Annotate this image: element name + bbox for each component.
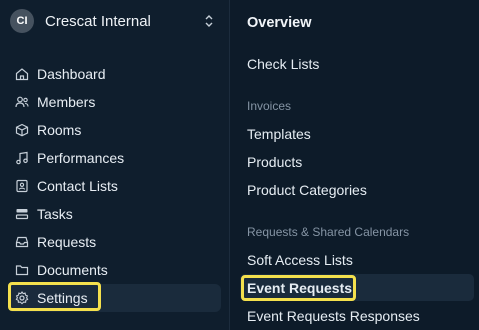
org-switcher[interactable]: CI Crescat Internal (10, 8, 220, 34)
products-link[interactable]: Products (247, 154, 302, 170)
gear-icon (15, 291, 29, 305)
requests-section-heading: Requests & Shared Calendars (247, 225, 410, 239)
sidebar-item-label: Dashboard (37, 66, 106, 82)
panel-overview-link[interactable]: Overview (247, 15, 312, 31)
event-requests-responses-link[interactable]: Event Requests Responses (247, 308, 420, 324)
music-icon (15, 151, 29, 165)
sidebar-item-tasks[interactable]: Tasks (8, 200, 221, 228)
sidebar-item-performances[interactable]: Performances (8, 144, 221, 172)
product-categories-link[interactable]: Product Categories (247, 182, 367, 198)
sidebar-item-label: Rooms (37, 122, 82, 138)
users-icon (15, 95, 29, 109)
check-lists-link[interactable]: Check Lists (247, 56, 319, 72)
sidebar: CI Crescat Internal Dashboard Members Ro… (0, 0, 229, 330)
settings-panel: Overview Check Lists Invoices Templates … (229, 0, 479, 330)
org-avatar: CI (10, 9, 34, 33)
templates-link[interactable]: Templates (247, 126, 311, 142)
sidebar-item-label: Documents (37, 262, 108, 278)
sidebar-item-dashboard[interactable]: Dashboard (8, 60, 221, 88)
sidebar-item-label: Requests (37, 234, 97, 250)
sidebar-item-documents[interactable]: Documents (8, 256, 221, 284)
org-name: Crescat Internal (45, 12, 151, 30)
sidebar-item-label: Contact Lists (37, 178, 118, 194)
sidebar-item-label: Settings (37, 290, 88, 306)
sidebar-item-label: Members (37, 94, 96, 110)
home-icon (15, 67, 29, 81)
chevron-up-down-icon (205, 15, 213, 27)
sidebar-item-rooms[interactable]: Rooms (8, 116, 221, 144)
soft-access-lists-link[interactable]: Soft Access Lists (247, 252, 353, 268)
inbox-icon (15, 235, 29, 249)
folder-icon (15, 263, 29, 277)
sidebar-item-label: Tasks (37, 206, 73, 222)
contact-book-icon (15, 179, 29, 193)
sidebar-item-label: Performances (37, 150, 125, 166)
cube-icon (15, 123, 29, 137)
tasks-icon (15, 207, 29, 221)
invoices-section-heading: Invoices (247, 99, 292, 113)
sidebar-item-members[interactable]: Members (8, 88, 221, 116)
sidebar-nav: Dashboard Members Rooms Performances Con… (8, 60, 221, 312)
event-requests-link[interactable]: Event Requests (247, 280, 352, 296)
sidebar-item-settings[interactable]: Settings (8, 284, 221, 312)
sidebar-item-requests[interactable]: Requests (8, 228, 221, 256)
sidebar-item-contact-lists[interactable]: Contact Lists (8, 172, 221, 200)
